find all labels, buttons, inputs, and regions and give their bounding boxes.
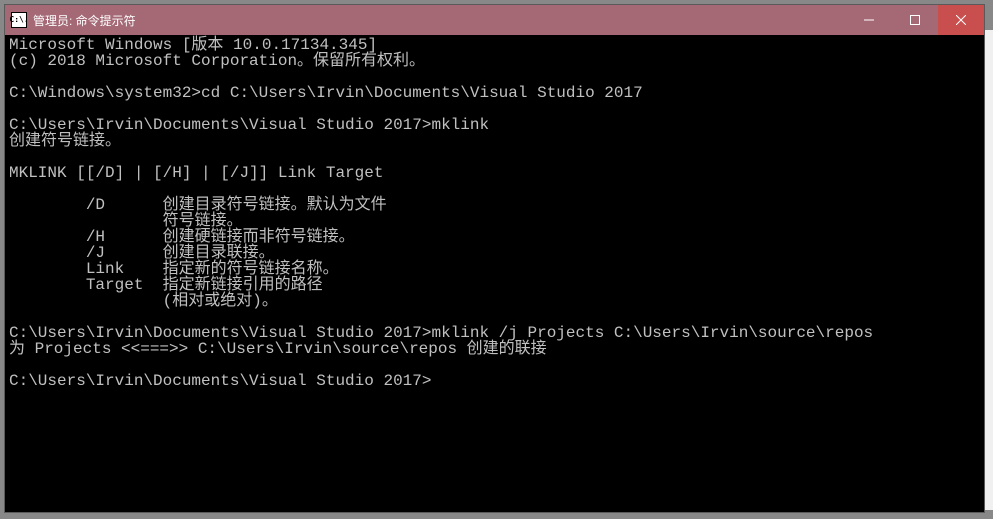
maximize-icon bbox=[910, 15, 920, 25]
background-strip bbox=[985, 30, 993, 510]
titlebar[interactable]: C:\. 管理员: 命令提示符 bbox=[5, 5, 984, 35]
minimize-button[interactable] bbox=[846, 5, 892, 35]
cmd-icon: C:\. bbox=[11, 12, 27, 28]
minimize-icon bbox=[864, 15, 874, 25]
command-prompt-window: C:\. 管理员: 命令提示符 Microsoft Windows [版本 10… bbox=[4, 4, 985, 513]
close-button[interactable] bbox=[938, 5, 984, 35]
window-title: 管理员: 命令提示符 bbox=[33, 12, 846, 29]
terminal-output: Microsoft Windows [版本 10.0.17134.345] (c… bbox=[9, 37, 980, 389]
terminal-body[interactable]: Microsoft Windows [版本 10.0.17134.345] (c… bbox=[5, 35, 984, 512]
window-controls bbox=[846, 5, 984, 35]
maximize-button[interactable] bbox=[892, 5, 938, 35]
close-icon bbox=[956, 15, 966, 25]
